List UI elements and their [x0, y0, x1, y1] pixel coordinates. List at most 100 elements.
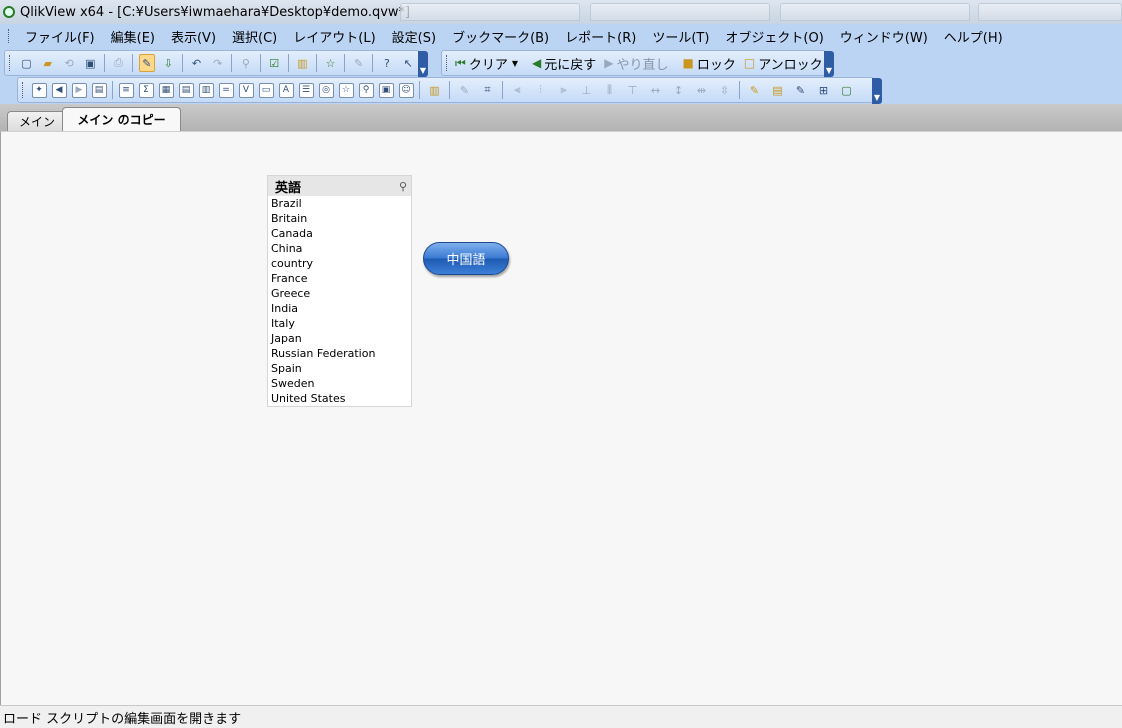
create-listbox-icon[interactable]: ≡ — [118, 82, 134, 98]
menu-edit[interactable]: 編集(E) — [103, 27, 163, 46]
align-left-icon[interactable]: ⫷ — [509, 81, 527, 99]
back-button[interactable]: ◀ 元に戻す — [528, 54, 600, 73]
refresh-icon[interactable]: ⟲ — [61, 54, 77, 72]
align-right-icon[interactable]: ⫸ — [555, 81, 573, 99]
background-window-tab[interactable] — [590, 3, 770, 21]
chart-wizard-icon[interactable]: ▥ — [294, 54, 310, 72]
search-icon[interactable]: ⚲ — [399, 180, 407, 193]
create-bookmark-object-icon[interactable]: ☆ — [338, 82, 354, 98]
menu-help[interactable]: ヘルプ(H) — [936, 27, 1011, 46]
quick-chart-wizard-icon[interactable]: ▥ — [426, 81, 444, 99]
create-custom-object-icon[interactable]: ☺ — [398, 82, 414, 98]
lock-button[interactable]: ■ ロック — [678, 54, 739, 73]
toolbar-overflow-chevron[interactable]: ▼ — [418, 51, 428, 77]
menu-reports[interactable]: レポート(R) — [557, 27, 644, 46]
list-item[interactable]: Japan — [268, 331, 411, 346]
create-button-icon[interactable]: ▭ — [258, 82, 274, 98]
search-icon[interactable]: ⚲ — [238, 54, 254, 72]
expression-overview-icon[interactable]: ▤ — [769, 81, 787, 99]
list-item[interactable]: Spain — [268, 361, 411, 376]
space-horizontal-icon[interactable]: ↔ — [647, 81, 665, 99]
bookmark-star-icon[interactable]: ☆ — [322, 54, 338, 72]
unlock-button[interactable]: □ アンロック — [740, 54, 827, 73]
reload-icon[interactable]: ⇩ — [160, 54, 176, 72]
english-listbox[interactable]: 英語 ⚲ Brazil Britain Canada China country… — [267, 175, 412, 407]
variable-overview-icon[interactable]: ▢ — [838, 81, 856, 99]
sheet-canvas[interactable] — [0, 131, 1122, 705]
create-current-selections-icon[interactable]: V — [238, 82, 254, 98]
new-document-icon[interactable]: ▢ — [18, 54, 34, 72]
create-search-object-icon[interactable]: ⚲ — [358, 82, 374, 98]
list-item[interactable]: country — [268, 256, 411, 271]
list-item[interactable]: Italy — [268, 316, 411, 331]
promote-sheet-icon[interactable]: ◀ — [51, 82, 67, 98]
open-folder-icon[interactable]: ▰ — [40, 54, 56, 72]
clear-button[interactable]: ⏮ クリア ▼ — [451, 54, 522, 73]
toolbar-grip[interactable] — [446, 55, 447, 71]
same-width-icon[interactable]: ⇹ — [693, 81, 711, 99]
save-icon[interactable]: ▣ — [82, 54, 98, 72]
create-container-icon[interactable]: ▣ — [378, 82, 394, 98]
create-input-box-icon[interactable]: = — [218, 82, 234, 98]
toolbar-grip[interactable] — [22, 82, 25, 98]
background-window-tab[interactable] — [780, 3, 970, 21]
help-icon[interactable]: ? — [379, 54, 395, 72]
create-statistics-box-icon[interactable]: Σ — [138, 82, 154, 98]
create-multibox-icon[interactable]: ▤ — [178, 82, 194, 98]
context-help-icon[interactable]: ↖ — [400, 54, 416, 72]
align-middle-icon[interactable]: ⫼ — [601, 81, 619, 99]
list-item[interactable]: Britain — [268, 211, 411, 226]
create-table-box-icon[interactable]: ▦ — [158, 82, 174, 98]
list-item[interactable]: China — [268, 241, 411, 256]
edit-report-icon[interactable]: ✎ — [351, 54, 367, 72]
sheet-properties-icon[interactable]: ▤ — [91, 82, 107, 98]
menu-file[interactable]: ファイル(F) — [17, 27, 103, 46]
space-vertical-icon[interactable]: ↕ — [670, 81, 688, 99]
document-properties-icon[interactable]: ✎ — [792, 81, 810, 99]
menu-bookmarks[interactable]: ブックマーク(B) — [444, 27, 557, 46]
menu-view[interactable]: 表示(V) — [163, 27, 224, 46]
create-line-arrow-icon[interactable]: ☰ — [298, 82, 314, 98]
toolbar-overflow-chevron[interactable]: ▼ — [824, 51, 834, 77]
menu-select[interactable]: 選択(C) — [224, 27, 285, 46]
chinese-button[interactable]: 中国語 — [423, 242, 509, 275]
align-bottom-icon[interactable]: ⊥ — [578, 81, 596, 99]
list-item[interactable]: France — [268, 271, 411, 286]
create-slider-icon[interactable]: ◎ — [318, 82, 334, 98]
undo-icon[interactable]: ↶ — [188, 54, 204, 72]
menubar-grip[interactable] — [8, 29, 11, 43]
same-height-icon[interactable]: ⇳ — [716, 81, 734, 99]
list-item[interactable]: United States — [268, 391, 411, 406]
menu-window[interactable]: ウィンドウ(W) — [832, 27, 936, 46]
list-item[interactable]: Sweden — [268, 376, 411, 391]
redo-button[interactable]: ▶ やり直し — [600, 54, 672, 73]
table-viewer-icon[interactable]: ⊞ — [815, 81, 833, 99]
create-text-object-icon[interactable]: A — [278, 82, 294, 98]
format-painter-icon[interactable]: ✎ — [456, 81, 474, 99]
select-object-icon[interactable]: ⌗ — [479, 81, 497, 99]
align-center-icon[interactable]: ⫶ — [532, 81, 550, 99]
listbox-caption[interactable]: 英語 ⚲ — [268, 176, 411, 196]
sheet-tab-main-copy[interactable]: メイン のコピー — [62, 107, 181, 131]
list-item[interactable]: India — [268, 301, 411, 316]
menu-tools[interactable]: ツール(T) — [644, 27, 717, 46]
edit-script-icon[interactable]: ✎ — [138, 54, 156, 72]
demote-sheet-icon[interactable]: ▶ — [71, 82, 87, 98]
toolbar-overflow-chevron[interactable]: ▼ — [872, 78, 882, 104]
list-item[interactable]: Brazil — [268, 196, 411, 211]
list-item[interactable]: Greece — [268, 286, 411, 301]
toolbar-grip[interactable] — [9, 55, 12, 71]
list-item[interactable]: Russian Federation — [268, 346, 411, 361]
align-top-icon[interactable]: ⊤ — [624, 81, 642, 99]
print-icon[interactable]: ⎙ — [110, 54, 126, 72]
new-sheet-icon[interactable]: ✦ — [31, 82, 47, 98]
sheet-tab-main[interactable]: メイン — [7, 111, 67, 131]
menu-layout[interactable]: レイアウト(L) — [285, 27, 383, 46]
menu-object[interactable]: オブジェクト(O) — [717, 27, 831, 46]
background-window-tab[interactable] — [400, 3, 580, 21]
menu-settings[interactable]: 設定(S) — [384, 27, 444, 46]
background-window-tab[interactable] — [978, 3, 1122, 21]
current-selections-icon[interactable]: ☑ — [266, 54, 282, 72]
edit-module-icon[interactable]: ✎ — [746, 81, 764, 99]
list-item[interactable]: Canada — [268, 226, 411, 241]
